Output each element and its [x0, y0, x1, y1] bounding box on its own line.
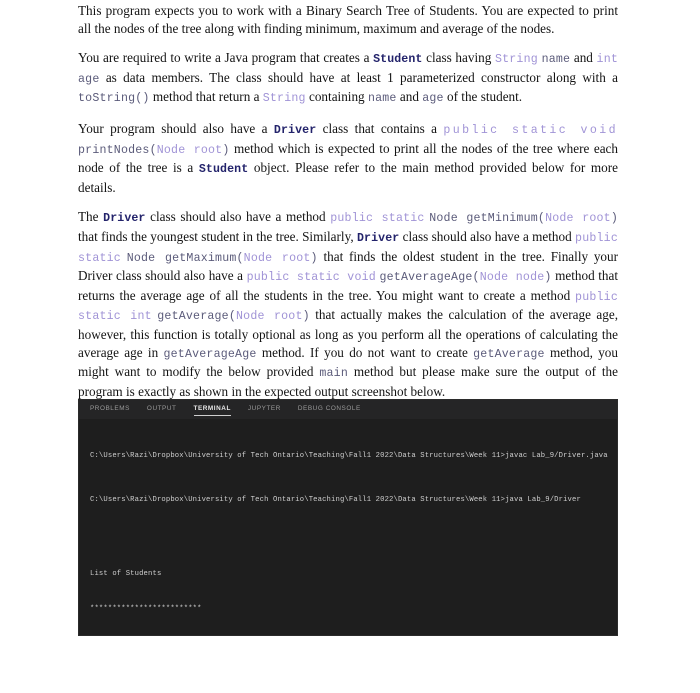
code-run-ident: name — [541, 53, 571, 67]
code-run-ident: main — [319, 367, 348, 381]
code-run-keyword: Node root — [545, 212, 611, 226]
code-run-ident: ) — [610, 212, 618, 226]
paragraph-intro: This program expects you to work with a … — [78, 3, 618, 36]
code-run-keyword: Node root — [243, 251, 311, 265]
code-run-keyword: Node root — [156, 143, 223, 157]
code-run-ident: Node getMinimum( — [429, 212, 546, 226]
output-list-rule: ************************* — [90, 604, 202, 613]
code-run-keyword: Node node — [479, 271, 545, 285]
code-run-keyword: int — [596, 53, 619, 67]
paragraph-driver-methods: The Driver class should also have a meth… — [78, 209, 619, 399]
output-list-heading: List of Students — [90, 569, 162, 578]
terminal-tab-debug-console[interactable]: DEBUG CONSOLE — [298, 405, 361, 414]
code-run-class: Student — [373, 53, 423, 67]
code-run-ident: getAverage( — [157, 310, 236, 324]
terminal-tab-jupyter[interactable]: JUPYTER — [248, 405, 281, 414]
document-page: This program expects you to work with a … — [0, 0, 700, 693]
code-run-ident: getAverage — [473, 347, 545, 361]
terminal-command-java: C:\Users\Razi\Dropbox\University of Tech… — [90, 495, 581, 504]
terminal-output-body: C:\Users\Razi\Dropbox\University of Tech… — [79, 419, 617, 635]
code-run-class: Driver — [356, 231, 400, 245]
terminal-tab-terminal[interactable]: TERMINAL — [193, 405, 232, 416]
code-run-ident: ) — [310, 251, 318, 265]
terminal-tab-problems[interactable]: PROBLEMS — [90, 405, 130, 414]
terminal-tab-output[interactable]: OUTPUT — [147, 405, 177, 414]
code-run-ident: getAverageAge( — [379, 271, 480, 285]
code-run-ident: age — [78, 72, 100, 86]
terminal-command-javac: C:\Users\Razi\Dropbox\University of Tech… — [90, 452, 608, 461]
code-run-keyword: String — [494, 53, 538, 67]
code-run-class: Driver — [103, 212, 146, 226]
terminal-tab-bar: PROBLEMS OUTPUT TERMINAL JUPYTER DEBUG CONSO… — [79, 400, 617, 419]
code-run-ident: name — [367, 92, 397, 106]
code-run-ident: Node getMaximum( — [126, 251, 244, 265]
code-run-class: Driver — [273, 123, 317, 137]
code-run-class: Student — [198, 163, 249, 177]
code-run-ident: getAverageAge — [163, 347, 257, 361]
terminal-screenshot: PROBLEMS OUTPUT TERMINAL JUPYTER DEBUG CONSO… — [78, 399, 618, 636]
paragraph-student-class: You are required to write a Java program… — [78, 50, 619, 106]
code-run-ident: printNodes( — [78, 143, 157, 157]
code-run-ident: age — [422, 92, 444, 106]
code-run-keyword-wide: public static void — [443, 123, 618, 137]
code-run-keyword: Node root — [236, 310, 303, 324]
code-run-ident: ) — [222, 143, 230, 157]
code-run-keyword: String — [262, 92, 306, 106]
code-run-ident: toString() — [78, 92, 150, 106]
code-run-ident: ) — [302, 310, 310, 324]
terminal-spacer — [90, 539, 617, 546]
code-run-keyword: public static — [330, 212, 425, 226]
code-run-keyword: public static void — [246, 271, 376, 285]
paragraph-driver-class: Your program should also have a Driver c… — [78, 120, 618, 195]
code-run-ident: ) — [544, 271, 552, 285]
